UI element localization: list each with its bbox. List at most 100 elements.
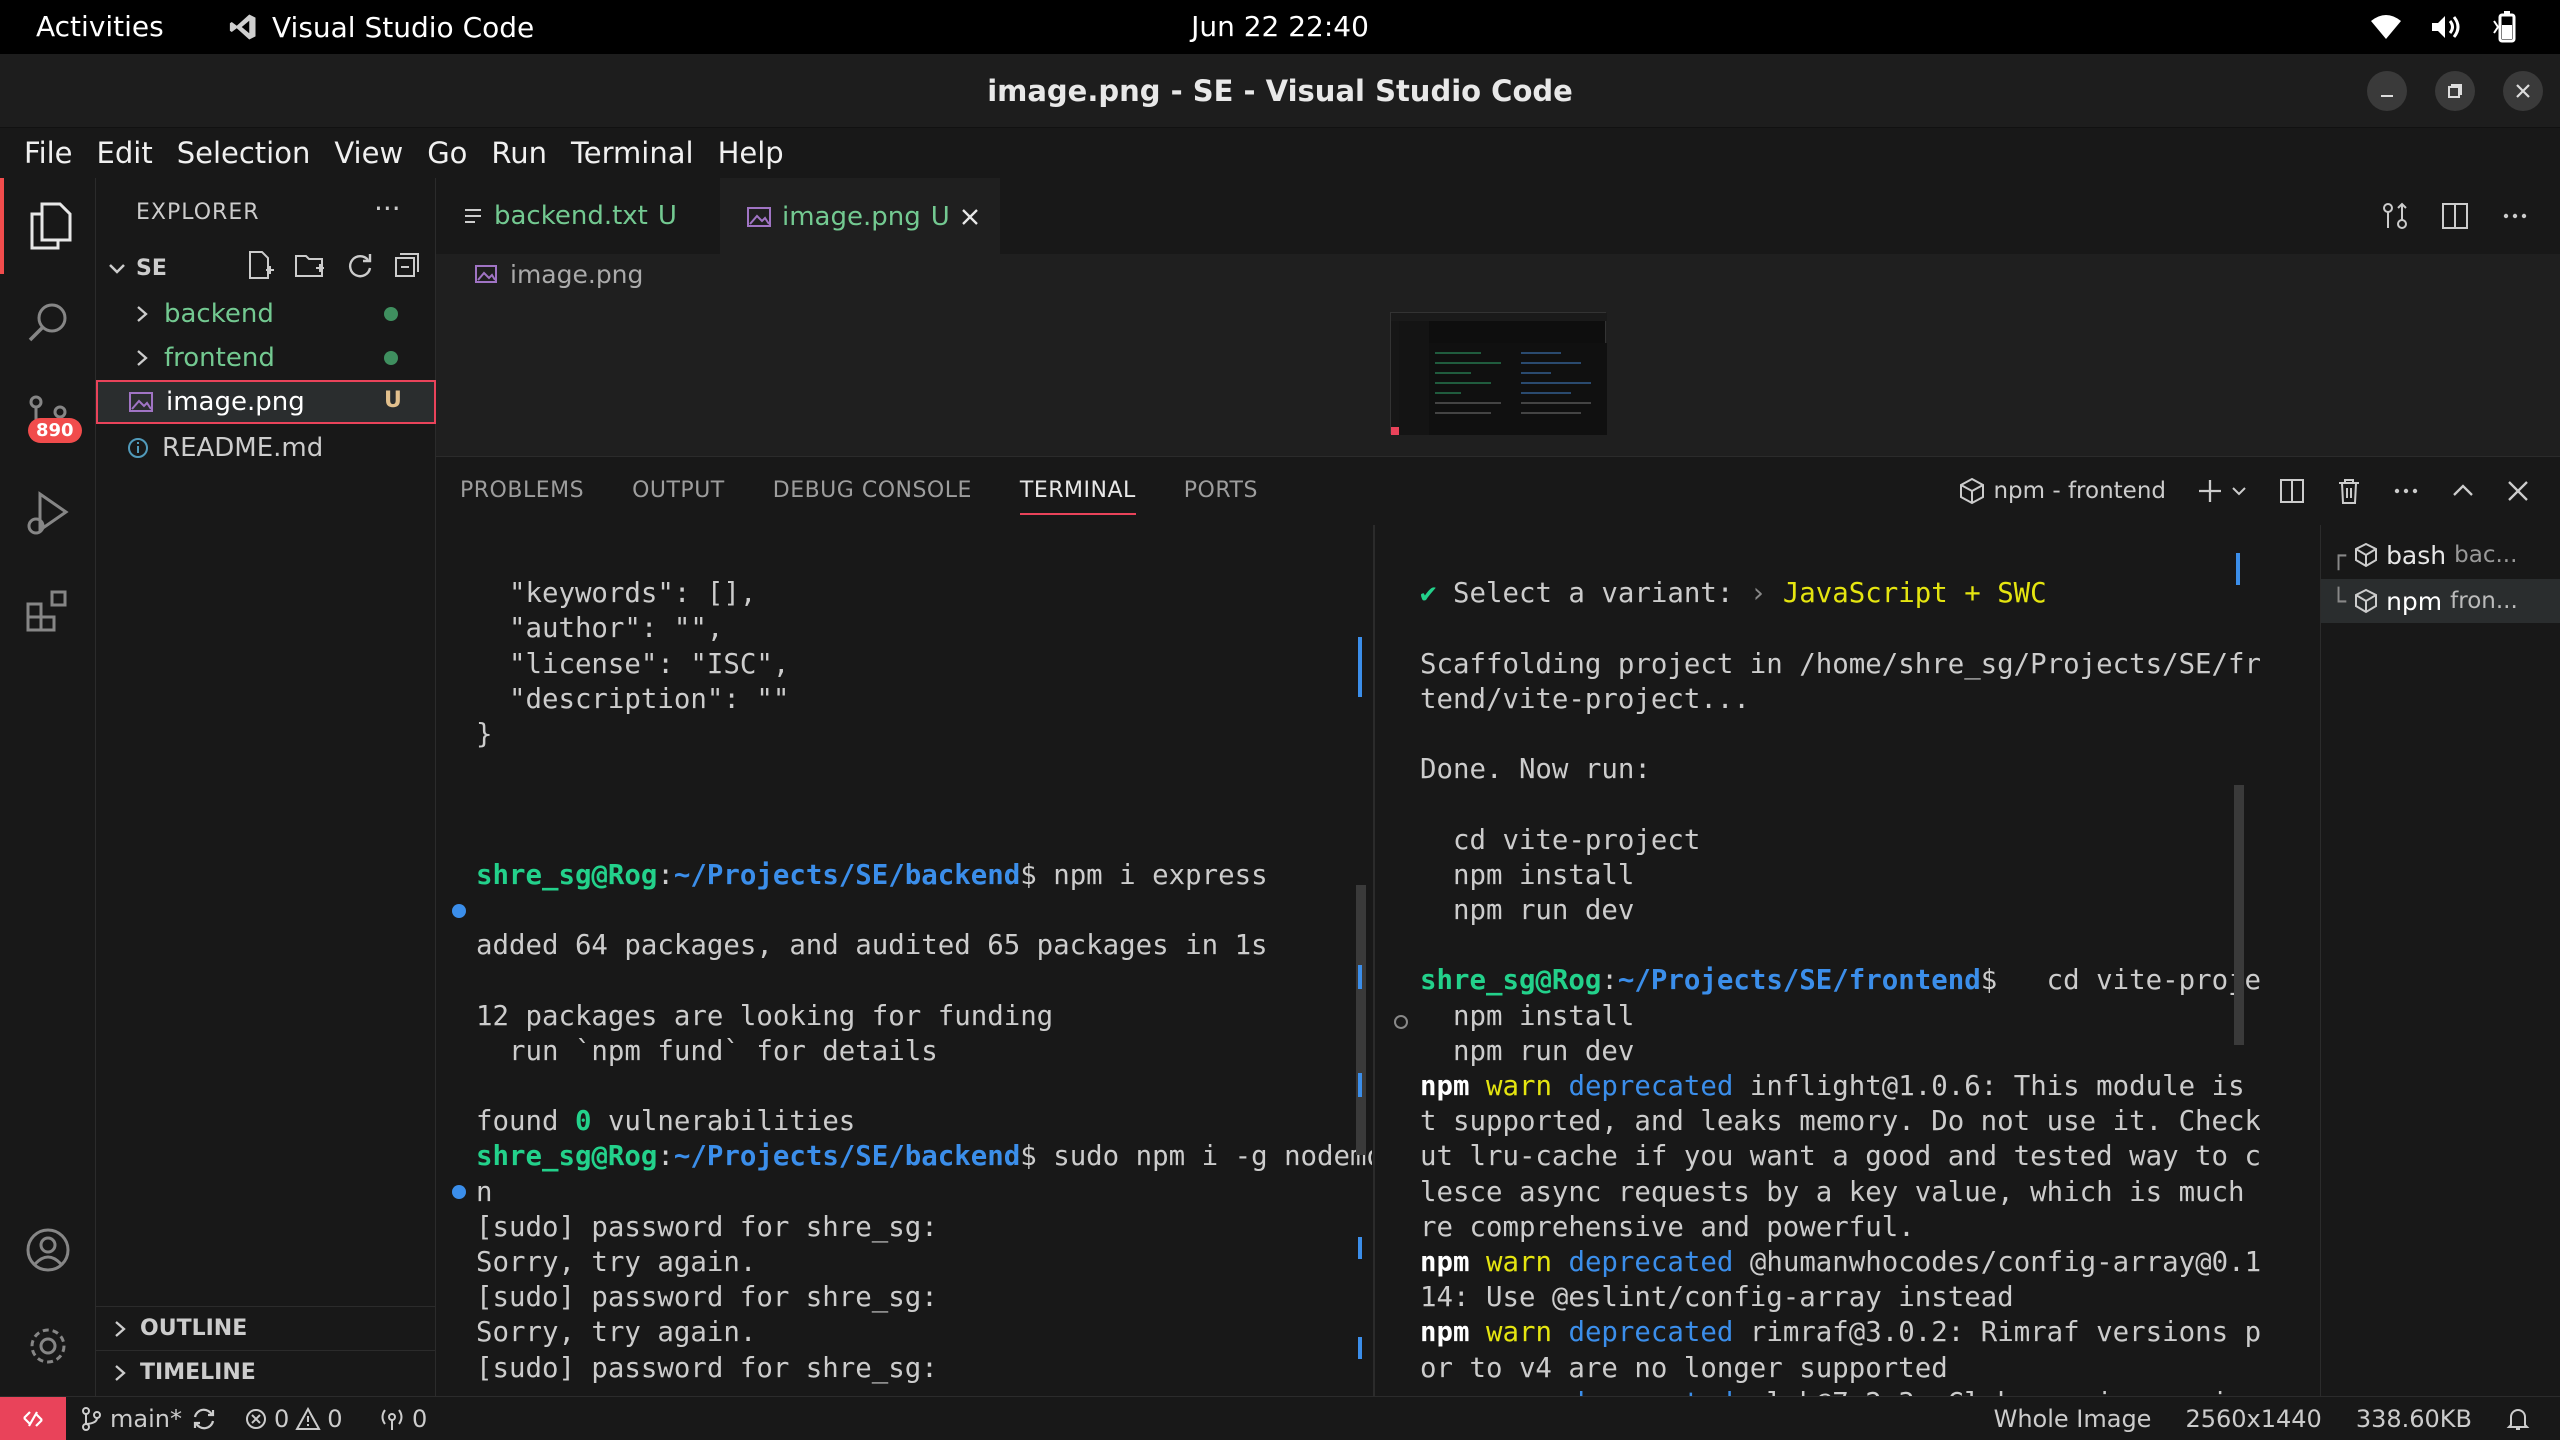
close-panel-icon[interactable] (2506, 479, 2530, 503)
minimize-button[interactable] (2367, 71, 2407, 111)
close-icon (2515, 83, 2531, 99)
scroll-marker (2236, 553, 2240, 585)
menu-edit[interactable]: Edit (85, 128, 165, 178)
command-success-decoration[interactable] (452, 1185, 466, 1199)
ports-indicator[interactable]: 0 (378, 1397, 427, 1440)
panel-actions: npm - frontend (1959, 457, 2530, 525)
active-terminal-name: npm - frontend (1993, 478, 2166, 504)
terminal-line: Sorry, try again. (476, 1247, 757, 1279)
image-preview (1390, 312, 1607, 435)
image-dimensions: 2560x1440 (2185, 1405, 2322, 1433)
modified-dot (384, 351, 398, 365)
menu-selection[interactable]: Selection (165, 128, 323, 178)
split-editor-icon[interactable] (2440, 201, 2470, 231)
image-file-size: 338.60KB (2355, 1405, 2472, 1433)
terminal-line: n (476, 1176, 493, 1208)
tab-terminal[interactable]: TERMINAL (996, 457, 1160, 525)
problems-indicator[interactable]: 0 0 (244, 1397, 343, 1440)
remote-indicator[interactable] (0, 1397, 66, 1440)
modified-dot (384, 307, 398, 321)
menu-go[interactable]: Go (415, 128, 479, 178)
activities-button[interactable]: Activities (36, 0, 164, 54)
menu-view[interactable]: View (322, 128, 415, 178)
more-actions-icon[interactable] (2500, 201, 2530, 231)
terminal-pane-npm[interactable]: ✔ Select a variant: › JavaScript + SWC S… (1380, 525, 2260, 1397)
breadcrumb-item[interactable]: image.png (510, 260, 643, 289)
open-changes-icon[interactable] (2380, 200, 2410, 232)
npm-warning: npm warn deprecated @humanwhocodes/confi… (1420, 1245, 2260, 1280)
maximize-button[interactable] (2435, 71, 2475, 111)
system-tray[interactable] (2370, 0, 2520, 54)
terminal-split-divider[interactable] (1373, 525, 1375, 1397)
split-terminal-icon[interactable] (2278, 477, 2306, 505)
explorer-more-button[interactable]: ··· (374, 192, 401, 225)
explorer-view-button[interactable] (0, 178, 96, 274)
tab-problems[interactable]: PROBLEMS (436, 457, 608, 525)
tab-output[interactable]: OUTPUT (608, 457, 749, 525)
terminal-line: npm install (1420, 859, 1635, 891)
tree-item-frontend[interactable]: frontend (96, 336, 436, 380)
terminal-selector[interactable]: npm - frontend (1959, 477, 2166, 505)
terminal-line: npm run dev (1420, 895, 1635, 927)
menu-file[interactable]: File (12, 128, 85, 178)
tab-backend-txt[interactable]: backend.txt U (436, 178, 716, 254)
terminal-line: } (476, 719, 493, 751)
outline-section[interactable]: OUTLINE (96, 1306, 436, 1350)
timeline-section[interactable]: TIMELINE (96, 1350, 436, 1394)
terminal-tab-npm[interactable]: └ npm fron... (2321, 579, 2560, 623)
maximize-panel-icon[interactable] (2450, 478, 2476, 504)
new-terminal-button[interactable] (2196, 477, 2248, 505)
menu-terminal[interactable]: Terminal (559, 128, 706, 178)
more-actions-icon[interactable] (2392, 477, 2420, 505)
terminal-tab-label: bash (2386, 540, 2447, 570)
tree-item-backend[interactable]: backend (96, 292, 436, 336)
search-view-button[interactable] (0, 274, 96, 370)
tree-item-image-png[interactable]: image.png U (96, 380, 436, 424)
terminal-line: npm run dev (1420, 1035, 1635, 1067)
scrollbar-thumb[interactable] (2234, 785, 2244, 1045)
tab-image-png[interactable]: image.png U (720, 178, 1000, 254)
accounts-button[interactable] (0, 1202, 96, 1298)
manage-button[interactable] (0, 1298, 96, 1394)
text: Select a variant: (1436, 578, 1750, 610)
collapse-all-icon[interactable] (392, 250, 422, 280)
prompt-user: shre_sg@Rog (476, 1141, 658, 1173)
battery-icon (2492, 11, 2520, 43)
terminal-line: 14: Use @eslint/config-array instead (1420, 1282, 2014, 1314)
bottom-panel: PROBLEMS OUTPUT DEBUG CONSOLE TERMINAL P… (436, 456, 2560, 1397)
sync-icon[interactable] (190, 1406, 218, 1432)
prompt-command: $ sudo npm i -g nodemo (1020, 1141, 1372, 1173)
new-file-icon[interactable] (246, 250, 276, 280)
extensions-view-button[interactable] (0, 562, 96, 658)
terminal-pane-bash[interactable]: "keywords": [], "author": "", "license":… (436, 525, 1372, 1397)
tab-debug-console[interactable]: DEBUG CONSOLE (749, 457, 996, 525)
breadcrumb[interactable]: image.png (436, 254, 2560, 294)
warn-label: warn (1485, 1247, 1552, 1279)
close-tab-icon[interactable] (960, 207, 980, 227)
window-title-bar[interactable]: image.png - SE - Visual Studio Code (0, 54, 2560, 128)
menu-help[interactable]: Help (706, 128, 796, 178)
refresh-icon[interactable] (344, 250, 374, 280)
bell-icon[interactable] (2506, 1406, 2530, 1432)
command-running-decoration[interactable] (1394, 1015, 1408, 1029)
menu-run[interactable]: Run (479, 128, 559, 178)
terminal-tab-bash[interactable]: ┌ bash bac... (2331, 535, 2557, 575)
prompt-user: shre_sg@Rog (476, 859, 658, 891)
terminal-output: ✔ Select a variant: › JavaScript + SWC S… (1420, 541, 2260, 1397)
tree-item-label: image.png (166, 387, 305, 417)
git-branch[interactable]: main* (80, 1397, 218, 1440)
command-success-decoration[interactable] (452, 904, 466, 918)
tree-item-readme[interactable]: README.md (96, 426, 436, 470)
wifi-icon (2370, 13, 2402, 41)
scrollbar-thumb[interactable] (1356, 885, 1366, 1155)
run-debug-view-button[interactable] (0, 466, 96, 562)
chevron-right-icon (110, 1318, 130, 1340)
image-file-icon (746, 206, 772, 228)
tab-ports[interactable]: PORTS (1160, 457, 1282, 525)
close-window-button[interactable] (2503, 71, 2543, 111)
image-zoom-mode[interactable]: Whole Image (1994, 1405, 2152, 1433)
app-menu[interactable]: Visual Studio Code (228, 0, 534, 54)
trash-icon[interactable] (2336, 477, 2362, 505)
tree-guide: ┌ (2331, 540, 2347, 570)
new-folder-icon[interactable] (294, 250, 326, 280)
